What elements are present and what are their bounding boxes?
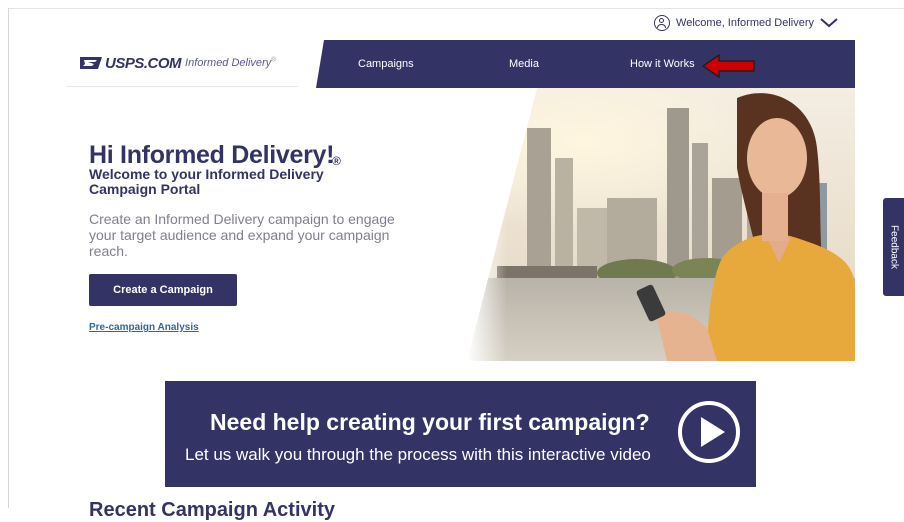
video-banner[interactable]: Need help creating your first campaign? … xyxy=(165,381,756,487)
feedback-label: Feedback xyxy=(888,225,899,269)
nav-how-it-works[interactable]: How it Works xyxy=(630,40,695,88)
eagle-logo-icon xyxy=(80,57,102,69)
left-border xyxy=(8,8,9,508)
video-banner-title: Need help creating your first campaign? xyxy=(210,409,650,435)
video-banner-subtitle: Let us walk you through the process with… xyxy=(185,445,651,464)
welcome-text: Welcome, Informed Delivery xyxy=(676,17,814,29)
hero-description: Create an Informed Delivery campaign to … xyxy=(89,211,395,259)
logo-product-text: Informed Delivery xyxy=(185,57,272,69)
hero-image xyxy=(467,88,855,361)
feedback-tab[interactable]: Feedback xyxy=(883,198,904,296)
red-arrow-annotation xyxy=(702,54,755,78)
play-icon[interactable] xyxy=(677,400,741,464)
chevron-down-icon xyxy=(820,18,838,28)
usps-logo[interactable]: USPS.COM Informed Delivery® xyxy=(66,40,298,87)
nav-media[interactable]: Media xyxy=(509,40,539,88)
registered-mark: ® xyxy=(332,154,341,168)
pre-campaign-analysis-link[interactable]: Pre-campaign Analysis xyxy=(89,322,199,333)
main-nav: Campaigns Media How it Works xyxy=(316,40,855,88)
logo-brand: USPS.COM xyxy=(105,54,182,72)
top-border xyxy=(8,8,904,9)
create-campaign-button[interactable]: Create a Campaign xyxy=(89,274,237,306)
logo-product: Informed Delivery® xyxy=(185,57,276,69)
hero-subtitle: Welcome to your Informed Delivery Campai… xyxy=(89,166,324,197)
nav-campaigns[interactable]: Campaigns xyxy=(358,40,414,88)
recent-campaign-activity-heading: Recent Campaign Activity xyxy=(89,499,335,521)
welcome-menu[interactable]: Welcome, Informed Delivery xyxy=(654,15,838,31)
user-icon xyxy=(654,15,671,31)
logo-reg: ® xyxy=(271,57,276,64)
